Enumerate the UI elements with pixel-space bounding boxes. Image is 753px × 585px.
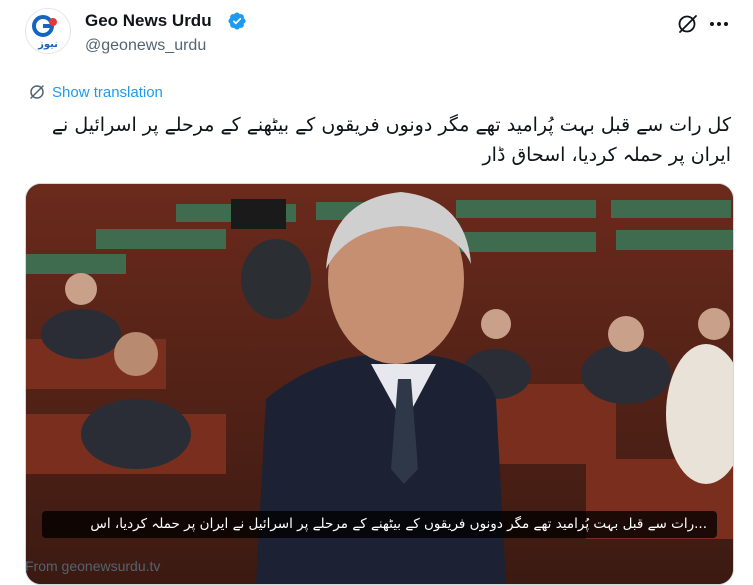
display-name[interactable]: Geo News Urdu <box>85 10 212 32</box>
show-translation-label: Show translation <box>52 83 163 101</box>
tweet-text: کل رات سے قبل بہت پُرامید تھے مگر دونوں … <box>51 114 731 166</box>
verified-badge-icon <box>228 12 246 30</box>
link-source[interactable]: From geonewsurdu.tv <box>25 558 160 574</box>
link-card-image[interactable]: ...رات سے قبل بہت پُرامید تھے مگر دونوں … <box>25 183 734 585</box>
geo-news-logo: نیوز <box>26 9 70 53</box>
show-translation-button[interactable]: Show translation <box>28 81 163 103</box>
media-caption: ...رات سے قبل بہت پُرامید تھے مگر دونوں … <box>42 511 717 538</box>
avatar[interactable]: نیوز <box>25 8 71 54</box>
handle[interactable]: @geonews_urdu <box>85 36 206 56</box>
translate-icon <box>30 85 44 99</box>
grok-icon[interactable] <box>676 12 700 36</box>
avatar-logo-text: نیوز <box>37 39 58 50</box>
more-options-icon[interactable] <box>707 12 731 36</box>
